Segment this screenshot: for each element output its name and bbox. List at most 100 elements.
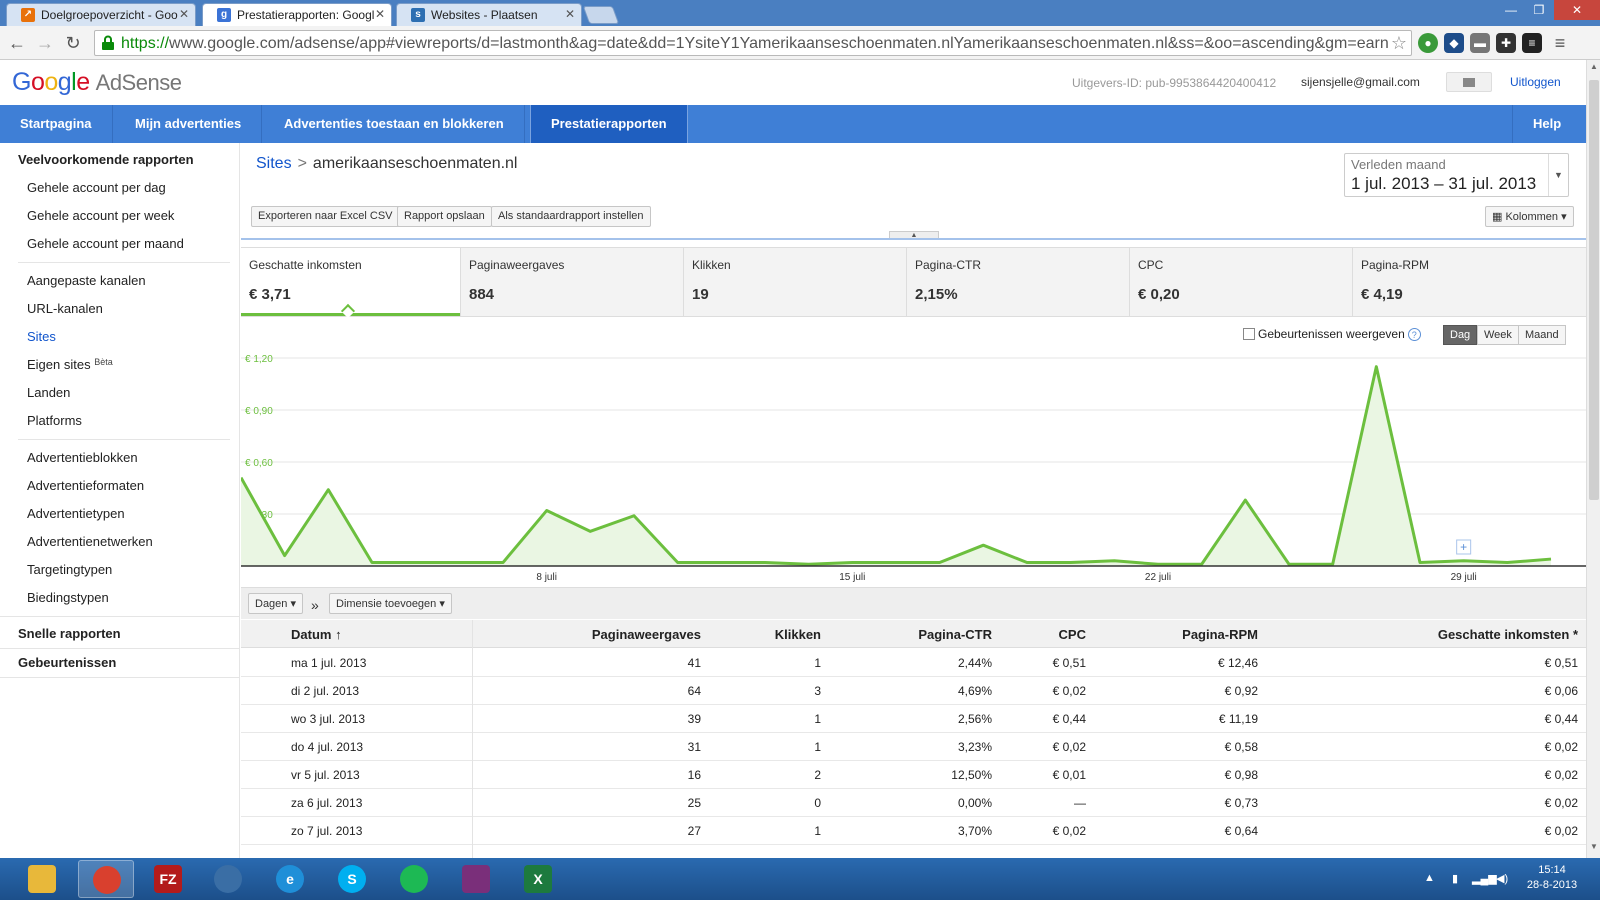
page-scrollbar[interactable]: ▲ ▼ [1586, 60, 1600, 858]
column-header-ctr[interactable]: Pagina-CTR [918, 627, 992, 642]
events-toggle[interactable]: Gebeurtenissen weergeven? [1243, 327, 1421, 341]
nav-startpagina[interactable]: Startpagina [0, 105, 113, 143]
browser-tab-websites[interactable]: s Websites - Plaatsen ✕ [396, 3, 582, 26]
extension-icon[interactable]: ▬ [1470, 33, 1490, 53]
tab-close-icon[interactable]: ✕ [179, 7, 189, 21]
sidebar-item-bid-types[interactable]: Biedingstypen [27, 590, 109, 605]
tab-close-icon[interactable]: ✕ [375, 7, 385, 21]
export-csv-button[interactable]: Exporteren naar Excel CSV [251, 206, 400, 227]
data-point[interactable] [849, 560, 855, 566]
browser-tab-doelgroepoverzicht[interactable]: ↗ Doelgroepoverzicht - Goo ✕ [6, 3, 196, 26]
data-point[interactable] [1461, 558, 1467, 564]
window-close-icon[interactable]: ✕ [1554, 0, 1600, 20]
sidebar-item-countries[interactable]: Landen [27, 385, 70, 400]
sidebar-heading-quick[interactable]: Snelle rapporten [18, 626, 121, 641]
taskbar-app-excel[interactable]: X [510, 860, 566, 898]
sidebar-item-platforms[interactable]: Platforms [27, 413, 82, 428]
taskbar-clock[interactable]: 15:14 28-8-2013 [1522, 863, 1582, 893]
sidebar-item-ad-units[interactable]: Advertentieblokken [27, 450, 138, 465]
volume-icon[interactable]: ◀) [1496, 872, 1508, 885]
taskbar-app-winrar[interactable] [448, 860, 504, 898]
tray-chevron-icon[interactable]: ▲ [1424, 872, 1435, 884]
sidebar-item-ad-types[interactable]: Advertentietypen [27, 506, 125, 521]
scroll-down-icon[interactable]: ▼ [1587, 842, 1600, 856]
data-point[interactable] [282, 553, 288, 559]
column-header-clicks[interactable]: Klikken [775, 627, 821, 642]
extension-icon[interactable]: ● [1418, 33, 1438, 53]
breadcrumb-sites[interactable]: Sites [256, 155, 292, 172]
taskbar-app-ie[interactable]: e [262, 860, 318, 898]
sidebar-item-ad-networks[interactable]: Advertentienetwerken [27, 534, 153, 549]
bookmark-star-icon[interactable]: ☆ [1391, 33, 1407, 54]
add-dimension-button[interactable]: Dimensie toevoegen ▾ [329, 593, 452, 614]
metric-card-ctr[interactable]: Pagina-CTR 2,15% [906, 248, 1129, 316]
metric-card-clicks[interactable]: Klikken 19 [683, 248, 906, 316]
data-point[interactable] [1548, 556, 1554, 562]
events-checkbox[interactable] [1243, 328, 1255, 340]
new-tab-button[interactable] [582, 6, 620, 24]
metric-card-cpc[interactable]: CPC € 0,20 [1129, 248, 1352, 316]
extension-icon[interactable]: ✚ [1496, 33, 1516, 53]
scroll-up-icon[interactable]: ▲ [1587, 62, 1600, 76]
sidebar-item-ad-formats[interactable]: Advertentieformaten [27, 478, 144, 493]
help-icon[interactable]: ? [1407, 328, 1421, 341]
sidebar-heading-common[interactable]: Veelvoorkomende rapporten [18, 152, 194, 167]
google-adsense-logo[interactable]: Google AdSense [12, 68, 182, 97]
taskbar-app-spotify[interactable] [386, 860, 442, 898]
granularity-week-button[interactable]: Week [1477, 325, 1519, 345]
sidebar-heading-events[interactable]: Gebeurtenissen [18, 655, 116, 670]
sidebar-item-account-per-week[interactable]: Gehele account per week [27, 208, 174, 223]
address-bar[interactable]: https://www.google.com/adsense/app#viewr… [94, 30, 1412, 56]
data-point[interactable] [1024, 560, 1030, 566]
data-point[interactable] [456, 560, 462, 566]
tab-close-icon[interactable]: ✕ [565, 7, 575, 21]
data-point[interactable] [893, 560, 899, 566]
nav-advertenties-toestaan[interactable]: Advertenties toestaan en blokkeren [264, 105, 525, 143]
nav-help[interactable]: Help [1512, 105, 1581, 143]
taskbar-app-thunderbird[interactable] [200, 860, 256, 898]
minimize-icon[interactable]: — [1496, 0, 1526, 20]
taskbar-app-explorer[interactable] [14, 860, 70, 898]
data-point[interactable] [937, 560, 943, 566]
data-point[interactable] [718, 560, 724, 566]
data-point[interactable] [544, 508, 550, 514]
sidebar-item-account-per-day[interactable]: Gehele account per dag [27, 180, 166, 195]
nav-prestatierapporten[interactable]: Prestatierapporten [530, 105, 688, 143]
scrollbar-thumb[interactable] [1589, 80, 1599, 500]
metric-card-earnings[interactable]: Geschatte inkomsten € 3,71 [241, 248, 460, 319]
earnings-chart[interactable]: € 1,20€ 0,90€ 0,60€ 0,308 juli15 juli22 … [241, 350, 1586, 590]
sidebar-item-custom-channels[interactable]: Aangepaste kanalen [27, 273, 146, 288]
data-point[interactable] [1417, 560, 1423, 566]
data-point[interactable] [587, 528, 593, 534]
column-header-date[interactable]: Datum ↑ [291, 627, 342, 642]
sidebar-item-targeting-types[interactable]: Targetingtypen [27, 562, 112, 577]
sidebar-item-own-sites[interactable]: Eigen sites Bèta [27, 357, 113, 372]
metric-card-rpm[interactable]: Pagina-RPM € 4,19 [1352, 248, 1586, 316]
data-point[interactable] [1068, 560, 1074, 566]
data-point[interactable] [1111, 558, 1117, 564]
data-point[interactable] [980, 542, 986, 548]
sidebar-item-url-channels[interactable]: URL-kanalen [27, 301, 103, 316]
menu-icon[interactable]: ≡ [1550, 33, 1570, 53]
data-point[interactable] [631, 513, 637, 519]
column-header-earnings[interactable]: Geschatte inkomsten * [1438, 627, 1578, 642]
maximize-icon[interactable]: ❐ [1524, 0, 1554, 20]
date-range-picker[interactable]: Verleden maand 1 jul. 2013 – 31 jul. 201… [1344, 153, 1569, 197]
feedback-button[interactable] [1446, 72, 1492, 92]
sidebar-item-sites[interactable]: Sites [27, 329, 56, 344]
buffer-extension-icon[interactable]: ≡ [1522, 33, 1542, 53]
data-point[interactable] [1242, 497, 1248, 503]
data-point[interactable] [675, 560, 681, 566]
reload-icon[interactable]: ↻ [62, 32, 84, 54]
metric-card-pageviews[interactable]: Paginaweergaves 884 [460, 248, 683, 316]
column-header-pageviews[interactable]: Paginaweergaves [592, 627, 701, 642]
taskbar-app-skype[interactable]: S [324, 860, 380, 898]
set-default-report-button[interactable]: Als standaardrapport instellen [491, 206, 651, 227]
extension-icon[interactable]: ◆ [1444, 33, 1464, 53]
data-point[interactable] [500, 560, 506, 566]
data-point[interactable] [762, 560, 768, 566]
battery-icon[interactable]: ▮ [1452, 872, 1458, 885]
browser-tab-prestatierapporten[interactable]: g Prestatierapporten: Googl ✕ [202, 3, 392, 26]
data-point[interactable] [1373, 364, 1379, 370]
taskbar-app-filezilla[interactable]: FZ [140, 860, 196, 898]
